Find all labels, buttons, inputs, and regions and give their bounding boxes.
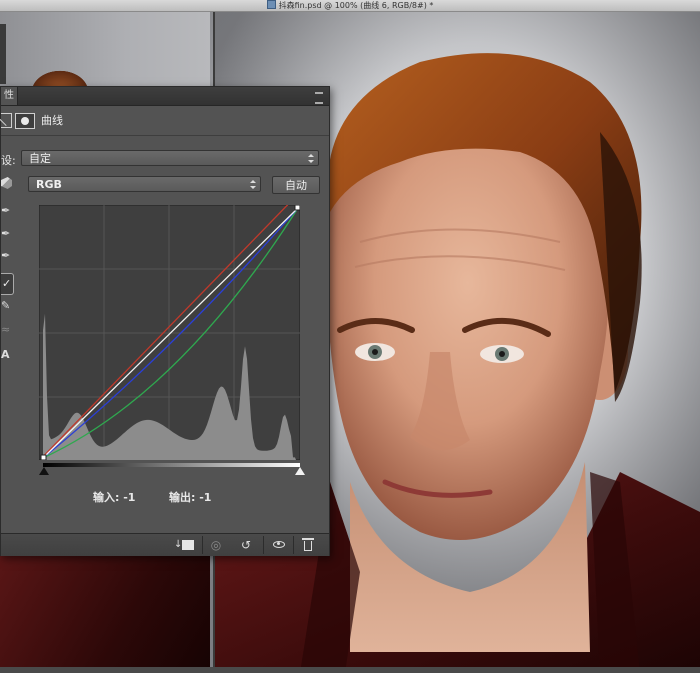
curve-point-icon: ✓ (2, 277, 12, 290)
channel-select[interactable]: RGB (28, 176, 261, 192)
chevron-up-down-icon (250, 180, 256, 189)
document-file-icon (266, 0, 276, 9)
clip-icon (174, 537, 194, 553)
clipping-warning-icon[interactable]: A (1, 349, 13, 361)
preset-label: 设: (1, 154, 16, 167)
white-point-slider[interactable] (295, 467, 305, 475)
curve-point-bottom (40, 454, 47, 460)
layer-mask-icon[interactable] (15, 113, 35, 129)
panel-bottom-bar: ◎ ↺ (1, 533, 329, 556)
document-title: 抖森fin.psd @ 100% (曲线 6, RGB/8#) * (278, 1, 434, 10)
divider (293, 536, 294, 554)
toggle-visibility-button[interactable] (269, 537, 289, 553)
black-point-slider[interactable] (39, 467, 49, 475)
delete-layer-button[interactable] (298, 537, 318, 553)
black-point-eyedropper-icon[interactable]: ✒ (1, 205, 13, 217)
trash-icon (302, 538, 314, 551)
panel-menu-icon[interactable] (315, 92, 323, 104)
tool-panel-edge (0, 24, 6, 84)
curve-point-top (294, 205, 300, 211)
divider (1, 135, 329, 136)
channel-value: RGB (36, 178, 62, 191)
output-readout: 输出: -1 (169, 491, 212, 504)
white-point-eyedropper-icon[interactable]: ✒ (1, 250, 13, 262)
edit-points-tool-button[interactable]: ✓ (1, 273, 14, 295)
divider (202, 536, 203, 554)
adjustment-type-row: 曲线 (1, 109, 329, 131)
reset-icon: ↺ (240, 538, 252, 552)
reset-button[interactable]: ↺ (236, 537, 256, 553)
canvas-bottom-edge (0, 667, 700, 673)
pencil-icon[interactable]: ✎ (1, 300, 13, 312)
properties-panel[interactable]: 性 曲线 设: 自定 RGB 自动 ✒ ✒ ✒ ✓ ✎ ≈ A 输入: -1 输… (0, 86, 330, 556)
tab-properties[interactable]: 性 (1, 87, 18, 105)
chevron-up-down-icon (308, 154, 314, 163)
auto-button[interactable]: 自动 (272, 176, 320, 194)
preset-select[interactable]: 自定 (21, 150, 319, 166)
curves-adjustment-icon[interactable] (1, 113, 12, 128)
eye-previous-icon: ◎ (210, 538, 222, 552)
panel-header: 性 (1, 87, 329, 106)
input-readout: 输入: -1 (93, 491, 136, 504)
clip-to-layer-button[interactable] (174, 537, 199, 553)
divider (263, 536, 264, 554)
eye-icon (273, 541, 285, 548)
document-title-bar: 抖森fin.psd @ 100% (曲线 6, RGB/8#) * (0, 0, 700, 12)
input-gradient-bar (43, 463, 300, 467)
adjustment-type-label: 曲线 (41, 114, 63, 127)
preset-value: 自定 (29, 152, 51, 165)
gray-point-eyedropper-icon[interactable]: ✒ (1, 228, 13, 240)
curves-graph[interactable] (39, 205, 300, 460)
view-previous-state-button[interactable]: ◎ (206, 537, 226, 553)
target-adjustment-icon[interactable] (1, 177, 12, 189)
smooth-icon[interactable]: ≈ (1, 324, 13, 336)
